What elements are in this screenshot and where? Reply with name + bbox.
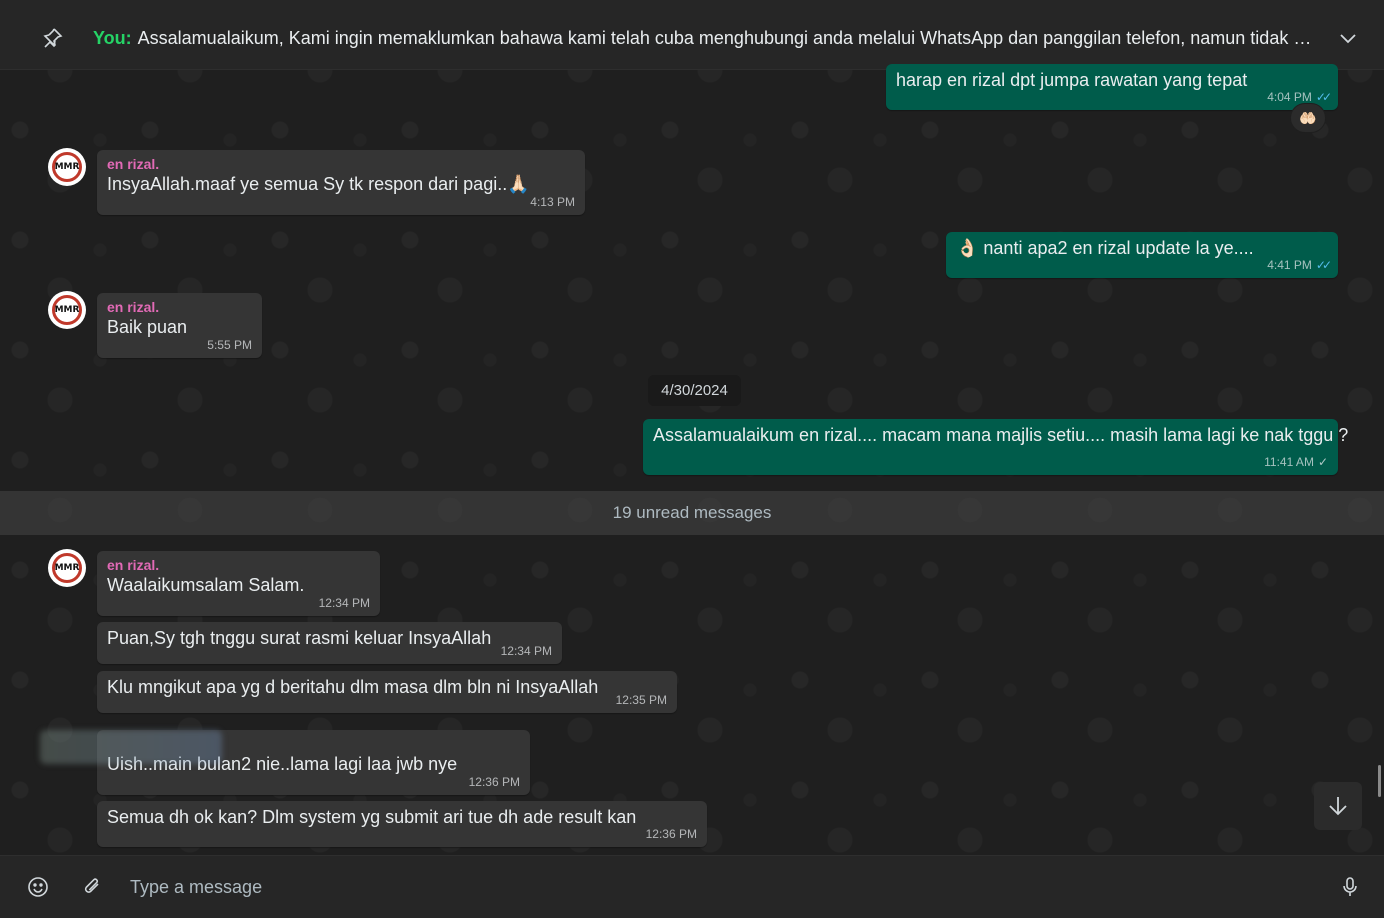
single-tick-icon: ✓: [1317, 455, 1328, 469]
message-time: 12:36 PM: [645, 827, 697, 841]
scroll-to-bottom-button[interactable]: [1314, 782, 1362, 830]
chevron-down-icon[interactable]: [1338, 28, 1358, 48]
message-meta: 4:13 PM: [530, 195, 575, 209]
pinned-message-bar[interactable]: You: Assalamualaikum, Kami ingin memaklum…: [0, 0, 1384, 70]
incoming-message[interactable]: Semua dh ok kan? Dlm system yg submit ar…: [97, 801, 707, 847]
avatar[interactable]: MMR: [48, 148, 86, 186]
outgoing-message[interactable]: harap en rizal dpt jumpa rawatan yang te…: [886, 64, 1338, 110]
reaction-badge[interactable]: 🤲🏻: [1290, 103, 1326, 133]
message-input[interactable]: [130, 870, 1310, 904]
read-ticks-icon: ✓✓: [1315, 90, 1332, 104]
message-time: 12:34 PM: [500, 644, 552, 658]
message-text: 👌🏻 nanti apa2 en rizal update la ye....: [956, 238, 1254, 258]
message-time: 5:55 PM: [207, 338, 252, 352]
message-time: 4:41 PM: [1267, 258, 1312, 272]
message-text: Semua dh ok kan? Dlm system yg submit ar…: [107, 807, 637, 827]
message-meta: 12:34 PM: [501, 644, 552, 658]
message-text: Baik puan: [107, 317, 188, 337]
incoming-message[interactable]: en rizal. Baik puan 5:55 PM: [97, 293, 262, 358]
incoming-message[interactable]: Puan,Sy tgh tnggu surat rasmi keluar Ins…: [97, 622, 562, 664]
avatar[interactable]: MMR: [48, 291, 86, 329]
pinned-sender-you: You:: [93, 28, 132, 48]
avatar-logo: MMR: [52, 553, 82, 583]
pinned-message-text[interactable]: You: Assalamualaikum, Kami ingin memaklum…: [93, 28, 1323, 49]
message-time: 12:34 PM: [318, 596, 370, 610]
message-meta: 11:41 AM ✓: [1264, 455, 1328, 469]
unread-messages-divider: 19 unread messages: [0, 491, 1384, 535]
message-meta: 12:34 PM: [319, 596, 370, 610]
arrow-down-icon: [1326, 794, 1350, 818]
message-text: Waalaikumsalam Salam.: [107, 575, 305, 595]
incoming-message[interactable]: en rizal. InsyaAllah.maaf ye semua Sy tk…: [97, 150, 585, 215]
message-text: Puan,Sy tgh tnggu surat rasmi keluar Ins…: [107, 628, 492, 648]
avatar[interactable]: MMR: [48, 549, 86, 587]
sender-name[interactable]: en rizal.: [107, 557, 370, 573]
microphone-icon[interactable]: [1338, 875, 1362, 899]
redacted-sender: [40, 730, 222, 764]
pin-icon[interactable]: [40, 26, 64, 50]
sender-name[interactable]: en rizal.: [107, 156, 575, 172]
incoming-message[interactable]: en rizal. Waalaikumsalam Salam. 12:34 PM: [97, 551, 380, 616]
message-meta: 12:35 PM: [616, 693, 667, 707]
pinned-preview: Assalamualaikum, Kami ingin memaklumkan …: [137, 28, 1323, 48]
message-meta: 4:04 PM ✓✓: [1267, 90, 1332, 104]
paperclip-icon[interactable]: [80, 875, 104, 899]
message-meta: 4:41 PM ✓✓: [1267, 258, 1332, 272]
message-text: Assalamualaikum en rizal.... macam mana …: [653, 425, 1349, 445]
message-text: harap en rizal dpt jumpa rawatan yang te…: [896, 70, 1248, 90]
avatar-logo: MMR: [52, 295, 82, 325]
message-meta: 12:36 PM: [646, 827, 697, 841]
incoming-message[interactable]: Klu mngikut apa yg d beritahu dlm masa d…: [97, 671, 677, 713]
message-text: Klu mngikut apa yg d beritahu dlm masa d…: [107, 677, 599, 697]
outgoing-message[interactable]: Assalamualaikum en rizal.... macam mana …: [643, 419, 1348, 475]
message-composer: [0, 855, 1384, 918]
emoji-icon[interactable]: [26, 875, 50, 899]
scrollbar-thumb[interactable]: [1378, 765, 1381, 797]
message-time: 12:36 PM: [468, 775, 520, 789]
message-time: 11:41 AM: [1264, 455, 1314, 469]
read-ticks-icon: ✓✓: [1315, 258, 1332, 272]
date-separator: 4/30/2024: [648, 375, 741, 406]
message-text: InsyaAllah.maaf ye semua Sy tk respon da…: [107, 174, 530, 194]
message-time: 4:13 PM: [530, 195, 575, 209]
message-time: 12:35 PM: [615, 693, 667, 707]
sender-name[interactable]: en rizal.: [107, 299, 252, 315]
message-time: 4:04 PM: [1267, 90, 1312, 104]
message-meta: 12:36 PM: [469, 775, 520, 789]
avatar-logo: MMR: [52, 152, 82, 182]
outgoing-message[interactable]: 👌🏻 nanti apa2 en rizal update la ye.... …: [946, 232, 1338, 278]
message-meta: 5:55 PM: [207, 338, 252, 352]
